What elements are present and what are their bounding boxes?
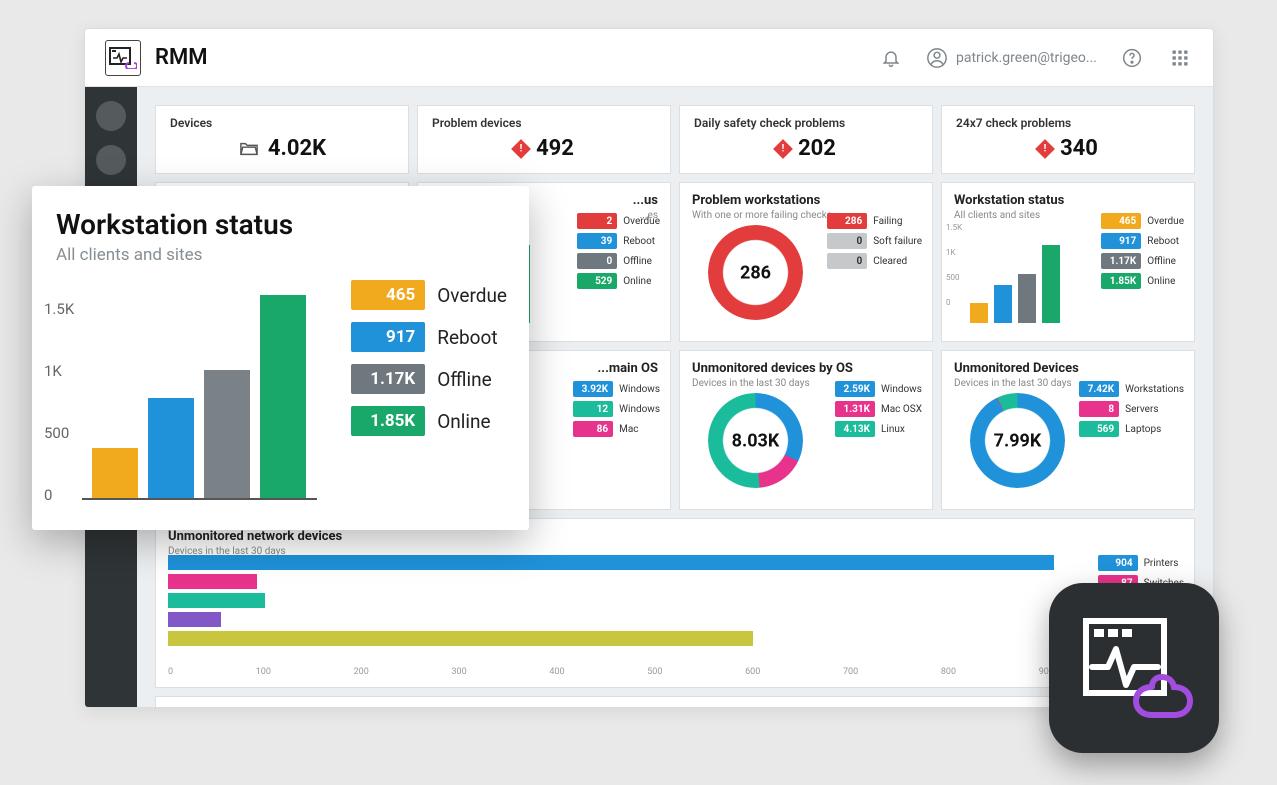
legend: 2Overdue 39Reboot 0Offline 529Online bbox=[577, 213, 660, 289]
alert-icon bbox=[511, 139, 531, 159]
bar-offline bbox=[204, 370, 250, 500]
stat-label: Daily safety check problems bbox=[694, 116, 918, 130]
card-unmonitored-os[interactable]: Unmonitored devices by OS Devices in the… bbox=[679, 350, 933, 510]
bell-icon[interactable] bbox=[878, 45, 904, 71]
donut-center: 286 bbox=[740, 262, 771, 283]
user-email: patrick.green@trigeo... bbox=[956, 50, 1097, 66]
stat-daily-check[interactable]: Daily safety check problems 202 bbox=[679, 105, 933, 174]
stat-247-check[interactable]: 24x7 check problems 340 bbox=[941, 105, 1195, 174]
stats-row: Devices 4.02K Problem devices 492 Daily … bbox=[155, 105, 1195, 174]
card-title: Problem workstations bbox=[692, 193, 920, 208]
sidebar-item-2[interactable] bbox=[96, 145, 126, 175]
brand-title: RMM bbox=[155, 45, 207, 70]
app-icon bbox=[1049, 583, 1219, 753]
stat-devices[interactable]: Devices 4.02K bbox=[155, 105, 409, 174]
zoom-sub: All clients and sites bbox=[56, 245, 505, 265]
zoom-bars bbox=[92, 295, 312, 500]
folder-icon bbox=[238, 140, 260, 158]
card-title: Unmonitored Devices bbox=[954, 361, 1182, 376]
bar-overdue bbox=[92, 448, 138, 500]
card-title: Unmonitored devices by OS bbox=[692, 361, 920, 376]
apps-icon[interactable] bbox=[1167, 45, 1193, 71]
zoom-legend: 465Overdue 917Reboot 1.17KOffline 1.85KO… bbox=[351, 280, 507, 436]
card-reboot-time[interactable]: Last reboot time All servers and worksta… bbox=[155, 696, 1195, 707]
bar-online bbox=[260, 295, 306, 500]
card-unmonitored-network[interactable]: Unmonitored network devices Devices in t… bbox=[155, 518, 1195, 688]
zoom-title: Workstation status bbox=[56, 208, 505, 241]
help-icon[interactable] bbox=[1119, 45, 1145, 71]
bar-reboot bbox=[148, 398, 194, 500]
stat-value: 4.02K bbox=[170, 136, 394, 161]
card-title: Workstation status bbox=[954, 193, 1182, 208]
stat-label: Devices bbox=[170, 116, 394, 130]
card-unmonitored-devices[interactable]: Unmonitored Devices Devices in the last … bbox=[941, 350, 1195, 510]
sidebar-item-1[interactable] bbox=[96, 101, 126, 131]
card-problem-workstations[interactable]: Problem workstations With one or more fa… bbox=[679, 182, 933, 342]
workstation-status-zoom: Workstation status All clients and sites… bbox=[32, 186, 529, 530]
card-grid-row3: Unmonitored network devices Devices in t… bbox=[155, 518, 1195, 707]
user-icon bbox=[926, 47, 948, 69]
topbar-actions: patrick.green@trigeo... bbox=[878, 45, 1193, 71]
card-workstation-status[interactable]: Workstation status All clients and sites… bbox=[941, 182, 1195, 342]
zoom-y-axis: 1.5K 1K 500 0 bbox=[44, 300, 74, 504]
brand-logo bbox=[105, 40, 141, 76]
zoom-baseline bbox=[82, 498, 317, 500]
alert-icon bbox=[773, 139, 793, 159]
alert-icon bbox=[1035, 139, 1055, 159]
topbar: RMM patrick.green@trigeo... bbox=[85, 29, 1213, 87]
stat-label: Problem devices bbox=[432, 116, 656, 130]
stat-label: 24x7 check problems bbox=[956, 116, 1180, 130]
user-chip[interactable]: patrick.green@trigeo... bbox=[926, 47, 1097, 69]
stat-problem-devices[interactable]: Problem devices 492 bbox=[417, 105, 671, 174]
